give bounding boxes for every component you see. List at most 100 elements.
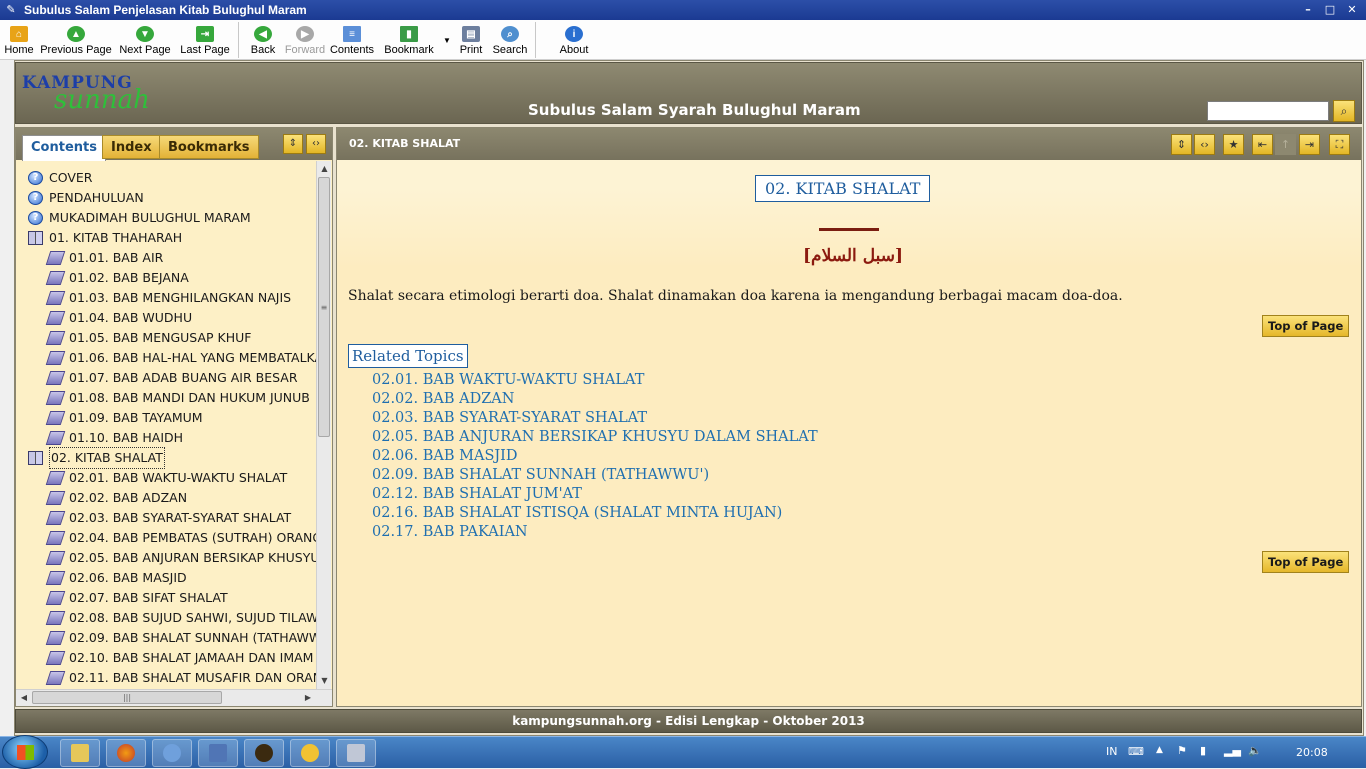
tree-item[interactable]: 01.10. BAB HAIDH: [45, 428, 183, 448]
minimize-icon[interactable]: –: [1300, 2, 1316, 18]
page-icon: [45, 671, 66, 685]
page-icon: [45, 651, 66, 665]
page-icon: [45, 531, 66, 545]
tree-vertical-scrollbar[interactable]: ▲ ≡ ▼: [316, 161, 331, 689]
last-page-button[interactable]: ⇥ Last Page: [176, 20, 234, 60]
page-icon: [45, 631, 66, 645]
scroll-left-icon[interactable]: ◀: [16, 690, 32, 706]
related-topic-link[interactable]: 02.17. BAB PAKAIAN: [372, 523, 818, 542]
keyboard-icon[interactable]: ⌨: [1128, 745, 1144, 758]
tree-item[interactable]: 02.10. BAB SHALAT JAMAAH DAN IMAM: [45, 648, 313, 668]
taskbar-help-viewer[interactable]: [336, 739, 376, 767]
taskbar-explorer[interactable]: [60, 739, 100, 767]
last-topic-button[interactable]: ⇥: [1299, 134, 1320, 155]
tree-item[interactable]: 02.09. BAB SHALAT SUNNAH (TATHAWW: [45, 628, 316, 648]
help-viewer-icon: [347, 744, 365, 762]
tree-item[interactable]: 02. KITAB SHALAT: [28, 447, 165, 469]
tree-item[interactable]: ? MUKADIMAH BULUGHUL MARAM: [28, 208, 251, 228]
tree-item[interactable]: 01.09. BAB TAYAMUM: [45, 408, 203, 428]
sync-toc-button[interactable]: ‹›: [306, 134, 326, 154]
tree-item[interactable]: 01.04. BAB WUDHU: [45, 308, 192, 328]
contents-button[interactable]: ≡ Contents: [327, 20, 377, 60]
about-button[interactable]: i About: [540, 20, 608, 60]
scroll-thumb[interactable]: |||: [32, 691, 222, 704]
scroll-up-icon[interactable]: ▲: [317, 161, 332, 177]
tab-bookmarks[interactable]: Bookmarks: [159, 135, 259, 159]
top-of-page-link[interactable]: Top of Page: [1262, 551, 1350, 573]
related-topic-link[interactable]: 02.01. BAB WAKTU-WAKTU SHALAT: [372, 371, 818, 390]
close-icon[interactable]: ✕: [1344, 2, 1360, 18]
tree-horizontal-scrollbar[interactable]: ◀ ||| ▶: [16, 689, 332, 706]
signal-icon[interactable]: ▂▄: [1224, 744, 1241, 757]
home-button[interactable]: ⌂ Home: [0, 20, 38, 60]
related-topic-link[interactable]: 02.09. BAB SHALAT SUNNAH (TATHAWWU'): [372, 466, 818, 485]
search-go-button[interactable]: ⌕: [1333, 100, 1355, 122]
tree-item[interactable]: 02.04. BAB PEMBATAS (SUTRAH) ORANG: [45, 528, 316, 548]
page-icon: [45, 271, 66, 285]
first-topic-button[interactable]: ⇤: [1252, 134, 1273, 155]
parent-topic-button[interactable]: ↑: [1275, 134, 1296, 155]
expand-collapse-button[interactable]: ⇕: [1171, 134, 1192, 155]
maximize-icon[interactable]: □: [1322, 2, 1338, 18]
sync-button[interactable]: ‹›: [1194, 134, 1215, 155]
back-button[interactable]: ◀ Back: [243, 20, 283, 60]
next-page-button[interactable]: ▼ Next Page: [114, 20, 176, 60]
flag-icon[interactable]: ⚑: [1177, 744, 1187, 757]
scroll-thumb[interactable]: ≡: [318, 177, 330, 437]
related-topic-link[interactable]: 02.02. BAB ADZAN: [372, 390, 818, 409]
bookmark-dropdown[interactable]: ▼: [441, 20, 453, 60]
tree-item[interactable]: 01.06. BAB HAL-HAL YANG MEMBATALKA: [45, 348, 316, 368]
scroll-down-icon[interactable]: ▼: [317, 673, 332, 689]
taskbar-firefox[interactable]: [106, 739, 146, 767]
tree-item[interactable]: 01.02. BAB BEJANA: [45, 268, 189, 288]
tree-item[interactable]: 02.11. BAB SHALAT MUSAFIR DAN ORAN: [45, 668, 316, 688]
tree-item[interactable]: 01. KITAB THAHARAH: [28, 228, 182, 248]
tree-item[interactable]: 01.08. BAB MANDI DAN HUKUM JUNUB: [45, 388, 310, 408]
tree-item-label: 02. KITAB SHALAT: [49, 447, 165, 469]
related-topic-link[interactable]: 02.03. BAB SYARAT-SYARAT SHALAT: [372, 409, 818, 428]
bookmark-button[interactable]: ▮ Bookmark: [377, 20, 441, 60]
tree-item[interactable]: 01.01. BAB AIR: [45, 248, 163, 268]
tree-item[interactable]: 02.08. BAB SUJUD SAHWI, SUJUD TILAW: [45, 608, 316, 628]
toolbar-separator: [238, 22, 239, 58]
scroll-right-icon[interactable]: ▶: [300, 690, 316, 706]
tree-item[interactable]: ? COVER: [28, 168, 92, 188]
tree-item[interactable]: 02.05. BAB ANJURAN BERSIKAP KHUSYU: [45, 548, 316, 568]
page-icon: [45, 371, 66, 385]
tree-item[interactable]: 01.03. BAB MENGHILANGKAN NAJIS: [45, 288, 292, 308]
related-topic-link[interactable]: 02.05. BAB ANJURAN BERSIKAP KHUSYU DALAM…: [372, 428, 818, 447]
top-of-page-link[interactable]: Top of Page: [1262, 315, 1350, 337]
forward-button[interactable]: ▶ Forward: [283, 20, 327, 60]
volume-icon[interactable]: 🔈: [1248, 744, 1262, 757]
tree-item-label: 01.03. BAB MENGHILANGKAN NAJIS: [69, 290, 292, 305]
battery-icon[interactable]: ▮: [1200, 744, 1206, 757]
related-topic-link[interactable]: 02.06. BAB MASJID: [372, 447, 818, 466]
tab-index[interactable]: Index: [102, 135, 161, 159]
tree-item[interactable]: 02.02. BAB ADZAN: [45, 488, 187, 508]
print-button[interactable]: ▤ Print: [453, 20, 489, 60]
language-indicator[interactable]: IN: [1106, 745, 1117, 758]
taskbar-app-5[interactable]: [244, 739, 284, 767]
previous-page-button[interactable]: ▲ Previous Page: [38, 20, 114, 60]
tree-item[interactable]: 01.05. BAB MENGUSAP KHUF: [45, 328, 251, 348]
start-button[interactable]: [2, 735, 48, 769]
tree-item[interactable]: 02.03. BAB SYARAT-SYARAT SHALAT: [45, 508, 291, 528]
search-button[interactable]: ⌕ Search: [489, 20, 531, 60]
tree-item[interactable]: 02.01. BAB WAKTU-WAKTU SHALAT: [45, 468, 287, 488]
taskbar-chrome[interactable]: [152, 739, 192, 767]
add-bookmark-button[interactable]: ★: [1223, 134, 1244, 155]
tray-expand-icon[interactable]: ▲: [1156, 745, 1163, 755]
tree-item[interactable]: ? PENDAHULUAN: [28, 188, 144, 208]
collapse-toggle-button[interactable]: ⇕: [283, 134, 303, 154]
tree-item[interactable]: 01.07. BAB ADAB BUANG AIR BESAR: [45, 368, 298, 388]
related-topic-link[interactable]: 02.16. BAB SHALAT ISTISQA (SHALAT MINTA …: [372, 504, 818, 523]
related-topic-link[interactable]: 02.12. BAB SHALAT JUM'AT: [372, 485, 818, 504]
taskbar-app-4[interactable]: [198, 739, 238, 767]
tab-contents[interactable]: Contents: [22, 135, 106, 161]
taskbar-app-6[interactable]: [290, 739, 330, 767]
fullscreen-button[interactable]: ⛶: [1329, 134, 1350, 155]
search-input[interactable]: [1207, 101, 1329, 121]
tree-item[interactable]: 02.06. BAB MASJID: [45, 568, 187, 588]
clock[interactable]: 20:08: [1296, 746, 1328, 759]
tree-item[interactable]: 02.07. BAB SIFAT SHALAT: [45, 588, 228, 608]
